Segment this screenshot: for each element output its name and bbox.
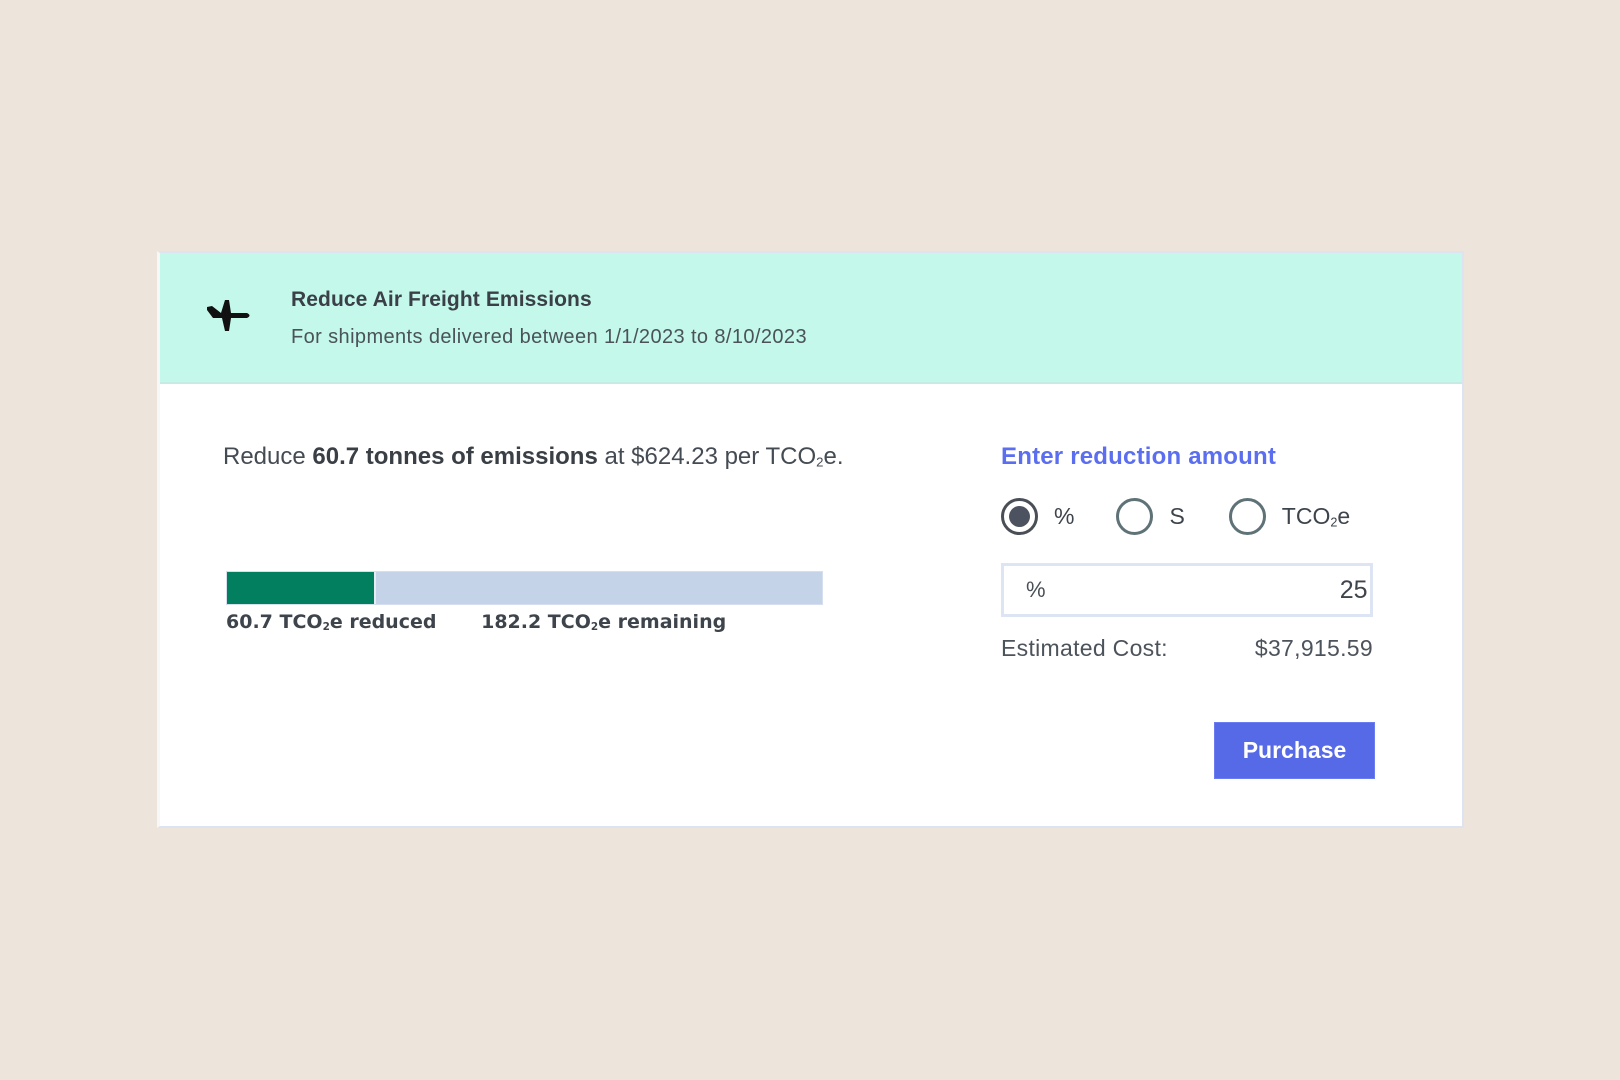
summary-prefix: Reduce: [223, 443, 313, 470]
radio-label-dollar: S: [1169, 502, 1185, 529]
reduction-amount-heading: Enter reduction amount: [1001, 443, 1277, 470]
purchase-button[interactable]: Purchase: [1214, 722, 1375, 779]
reduction-amount-field[interactable]: %: [1001, 563, 1380, 617]
unit-radio-group: % S TCO2e: [1001, 496, 1350, 536]
card-subtitle: For shipments delivered between 1/1/2023…: [291, 326, 807, 348]
estimated-cost-value: $37,915.59: [1254, 635, 1373, 661]
airplane-icon: [207, 300, 250, 331]
summary-middle: at $624.23 per TCO: [597, 443, 817, 470]
estimated-cost-label: Estimated Cost:: [1001, 635, 1168, 661]
radio-button-dollar[interactable]: [1116, 497, 1154, 535]
reduce-emissions-card: Reduce Air Freight Emissions For shipmen…: [157, 251, 1464, 828]
card-title: Reduce Air Freight Emissions: [291, 288, 592, 311]
estimated-cost-row: Estimated Cost: $37,915.59: [1001, 635, 1373, 662]
radio-label-tco2e: TCO2e: [1281, 502, 1351, 530]
reduction-progress-bar: [226, 571, 823, 605]
radio-option-dollar[interactable]: S: [1116, 497, 1228, 535]
radio-button-percent[interactable]: [1001, 497, 1038, 535]
summary-subscript: 2: [816, 454, 824, 470]
reduced-label: 60.7 TCO2e reduced: [226, 611, 437, 634]
radio-option-percent[interactable]: %: [1001, 497, 1116, 535]
summary-emphasis: 60.7 tonnes of emissions: [312, 443, 598, 470]
card-header: Reduce Air Freight Emissions For shipmen…: [160, 253, 1462, 384]
radio-button-tco2e[interactable]: [1228, 497, 1266, 535]
reduction-summary: Reduce 60.7 tonnes of emissions at $624.…: [223, 443, 844, 471]
summary-suffix: e.: [823, 443, 844, 470]
reduction-amount-input[interactable]: [1045, 575, 1380, 605]
reduced-progress-fill: [227, 572, 376, 604]
remaining-label: 182.2 TCO2e remaining: [481, 611, 727, 634]
radio-label-percent: %: [1054, 502, 1075, 529]
amount-unit-label: %: [1026, 577, 1046, 602]
radio-option-tco2e[interactable]: TCO2e: [1228, 497, 1351, 535]
progress-labels: 60.7 TCO2e reduced 182.2 TCO2e remaining: [226, 611, 726, 633]
